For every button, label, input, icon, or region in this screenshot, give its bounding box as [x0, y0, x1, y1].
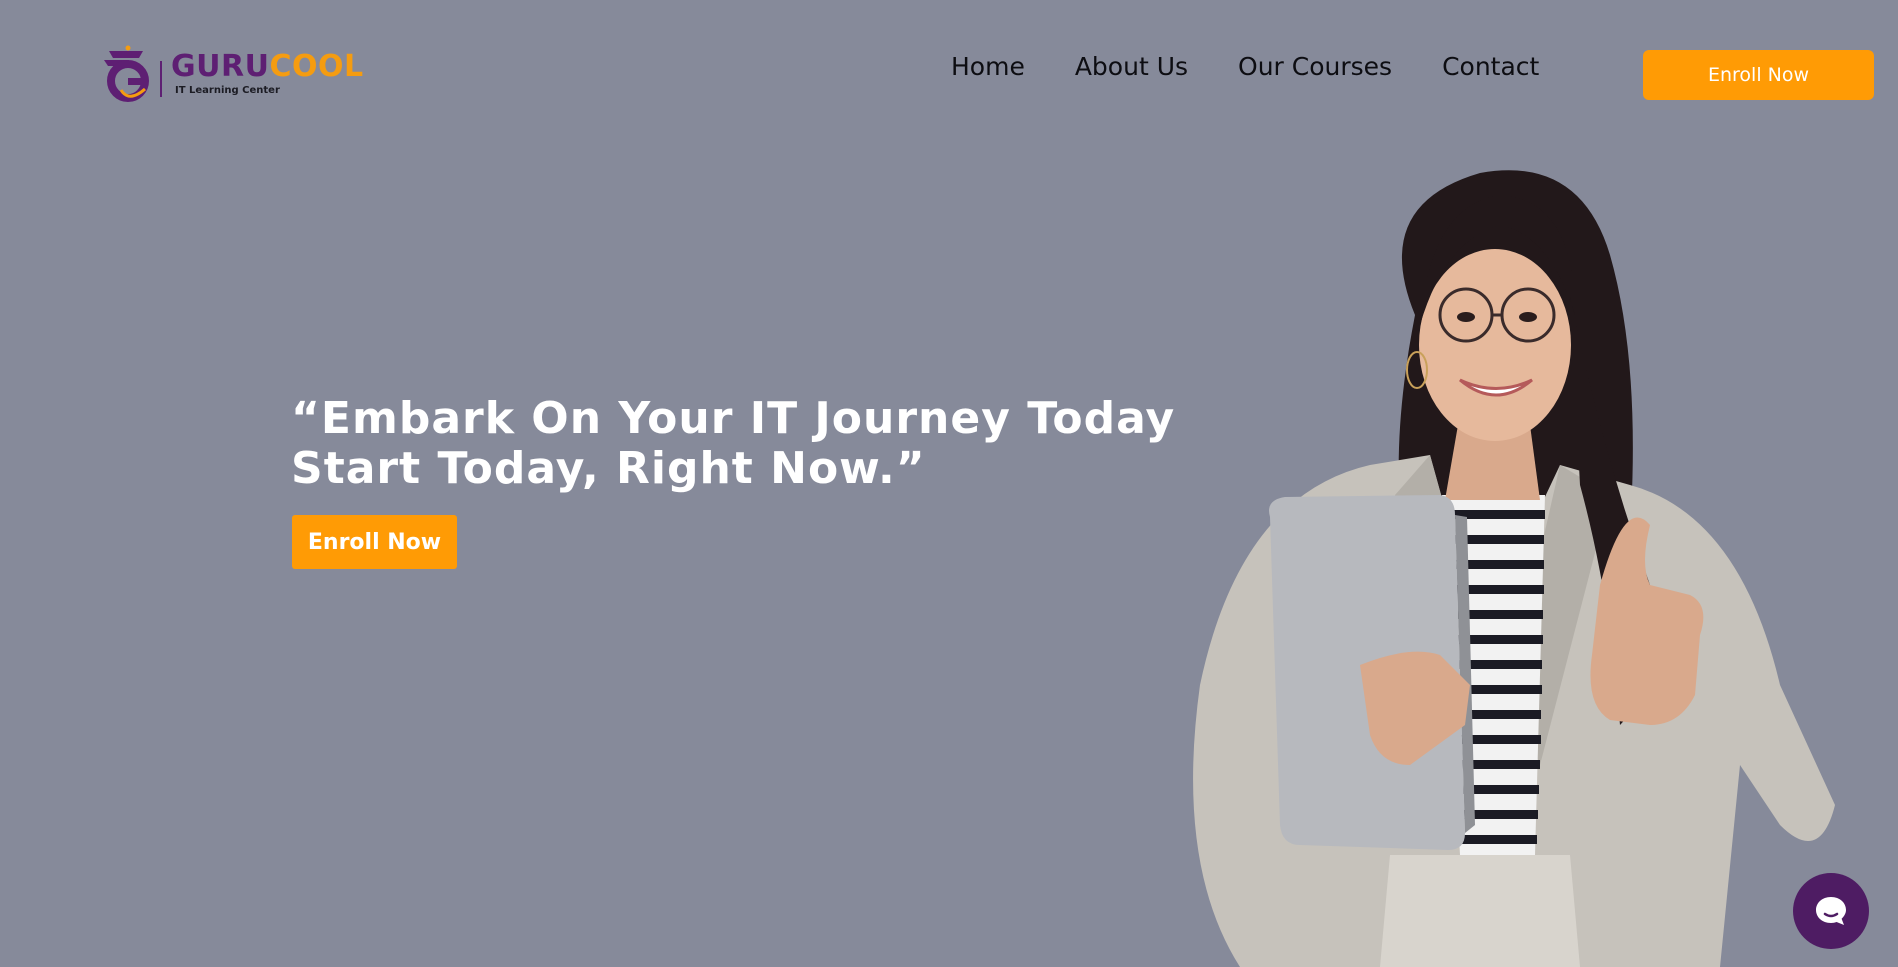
brand-tagline: IT Learning Center — [175, 85, 280, 96]
landing-page: GURUCOOL IT Learning Center Home About U… — [0, 0, 1898, 967]
chat-widget-button[interactable] — [1793, 873, 1869, 949]
hero-heading-line1: “Embark On Your IT Journey Today — [291, 393, 1176, 444]
hero-enroll-button[interactable]: Enroll Now — [292, 515, 457, 569]
brand-wordmark: GURUCOOL — [171, 52, 364, 82]
logo-divider — [160, 61, 162, 97]
brand-logo[interactable]: GURUCOOL IT Learning Center — [99, 45, 363, 109]
nav-home[interactable]: Home — [951, 50, 1025, 84]
hero-woman-image — [1193, 170, 1835, 967]
chat-bubble-icon — [1816, 897, 1846, 925]
main-nav: Home About Us Our Courses Contact — [951, 50, 1539, 84]
nav-about-us[interactable]: About Us — [1075, 50, 1188, 84]
nav-our-courses[interactable]: Our Courses — [1238, 50, 1392, 84]
hero-heading-line2: Start Today, Right Now.” — [291, 443, 926, 494]
brand-name-cool: COOL — [269, 49, 364, 84]
g-swoosh-logo-icon — [104, 45, 149, 102]
hero-heading: “Embark On Your IT Journey Today Start T… — [291, 394, 1211, 494]
header-enroll-button[interactable]: Enroll Now — [1643, 50, 1874, 100]
brand-name-guru: GURU — [171, 49, 270, 84]
nav-contact[interactable]: Contact — [1442, 50, 1539, 84]
